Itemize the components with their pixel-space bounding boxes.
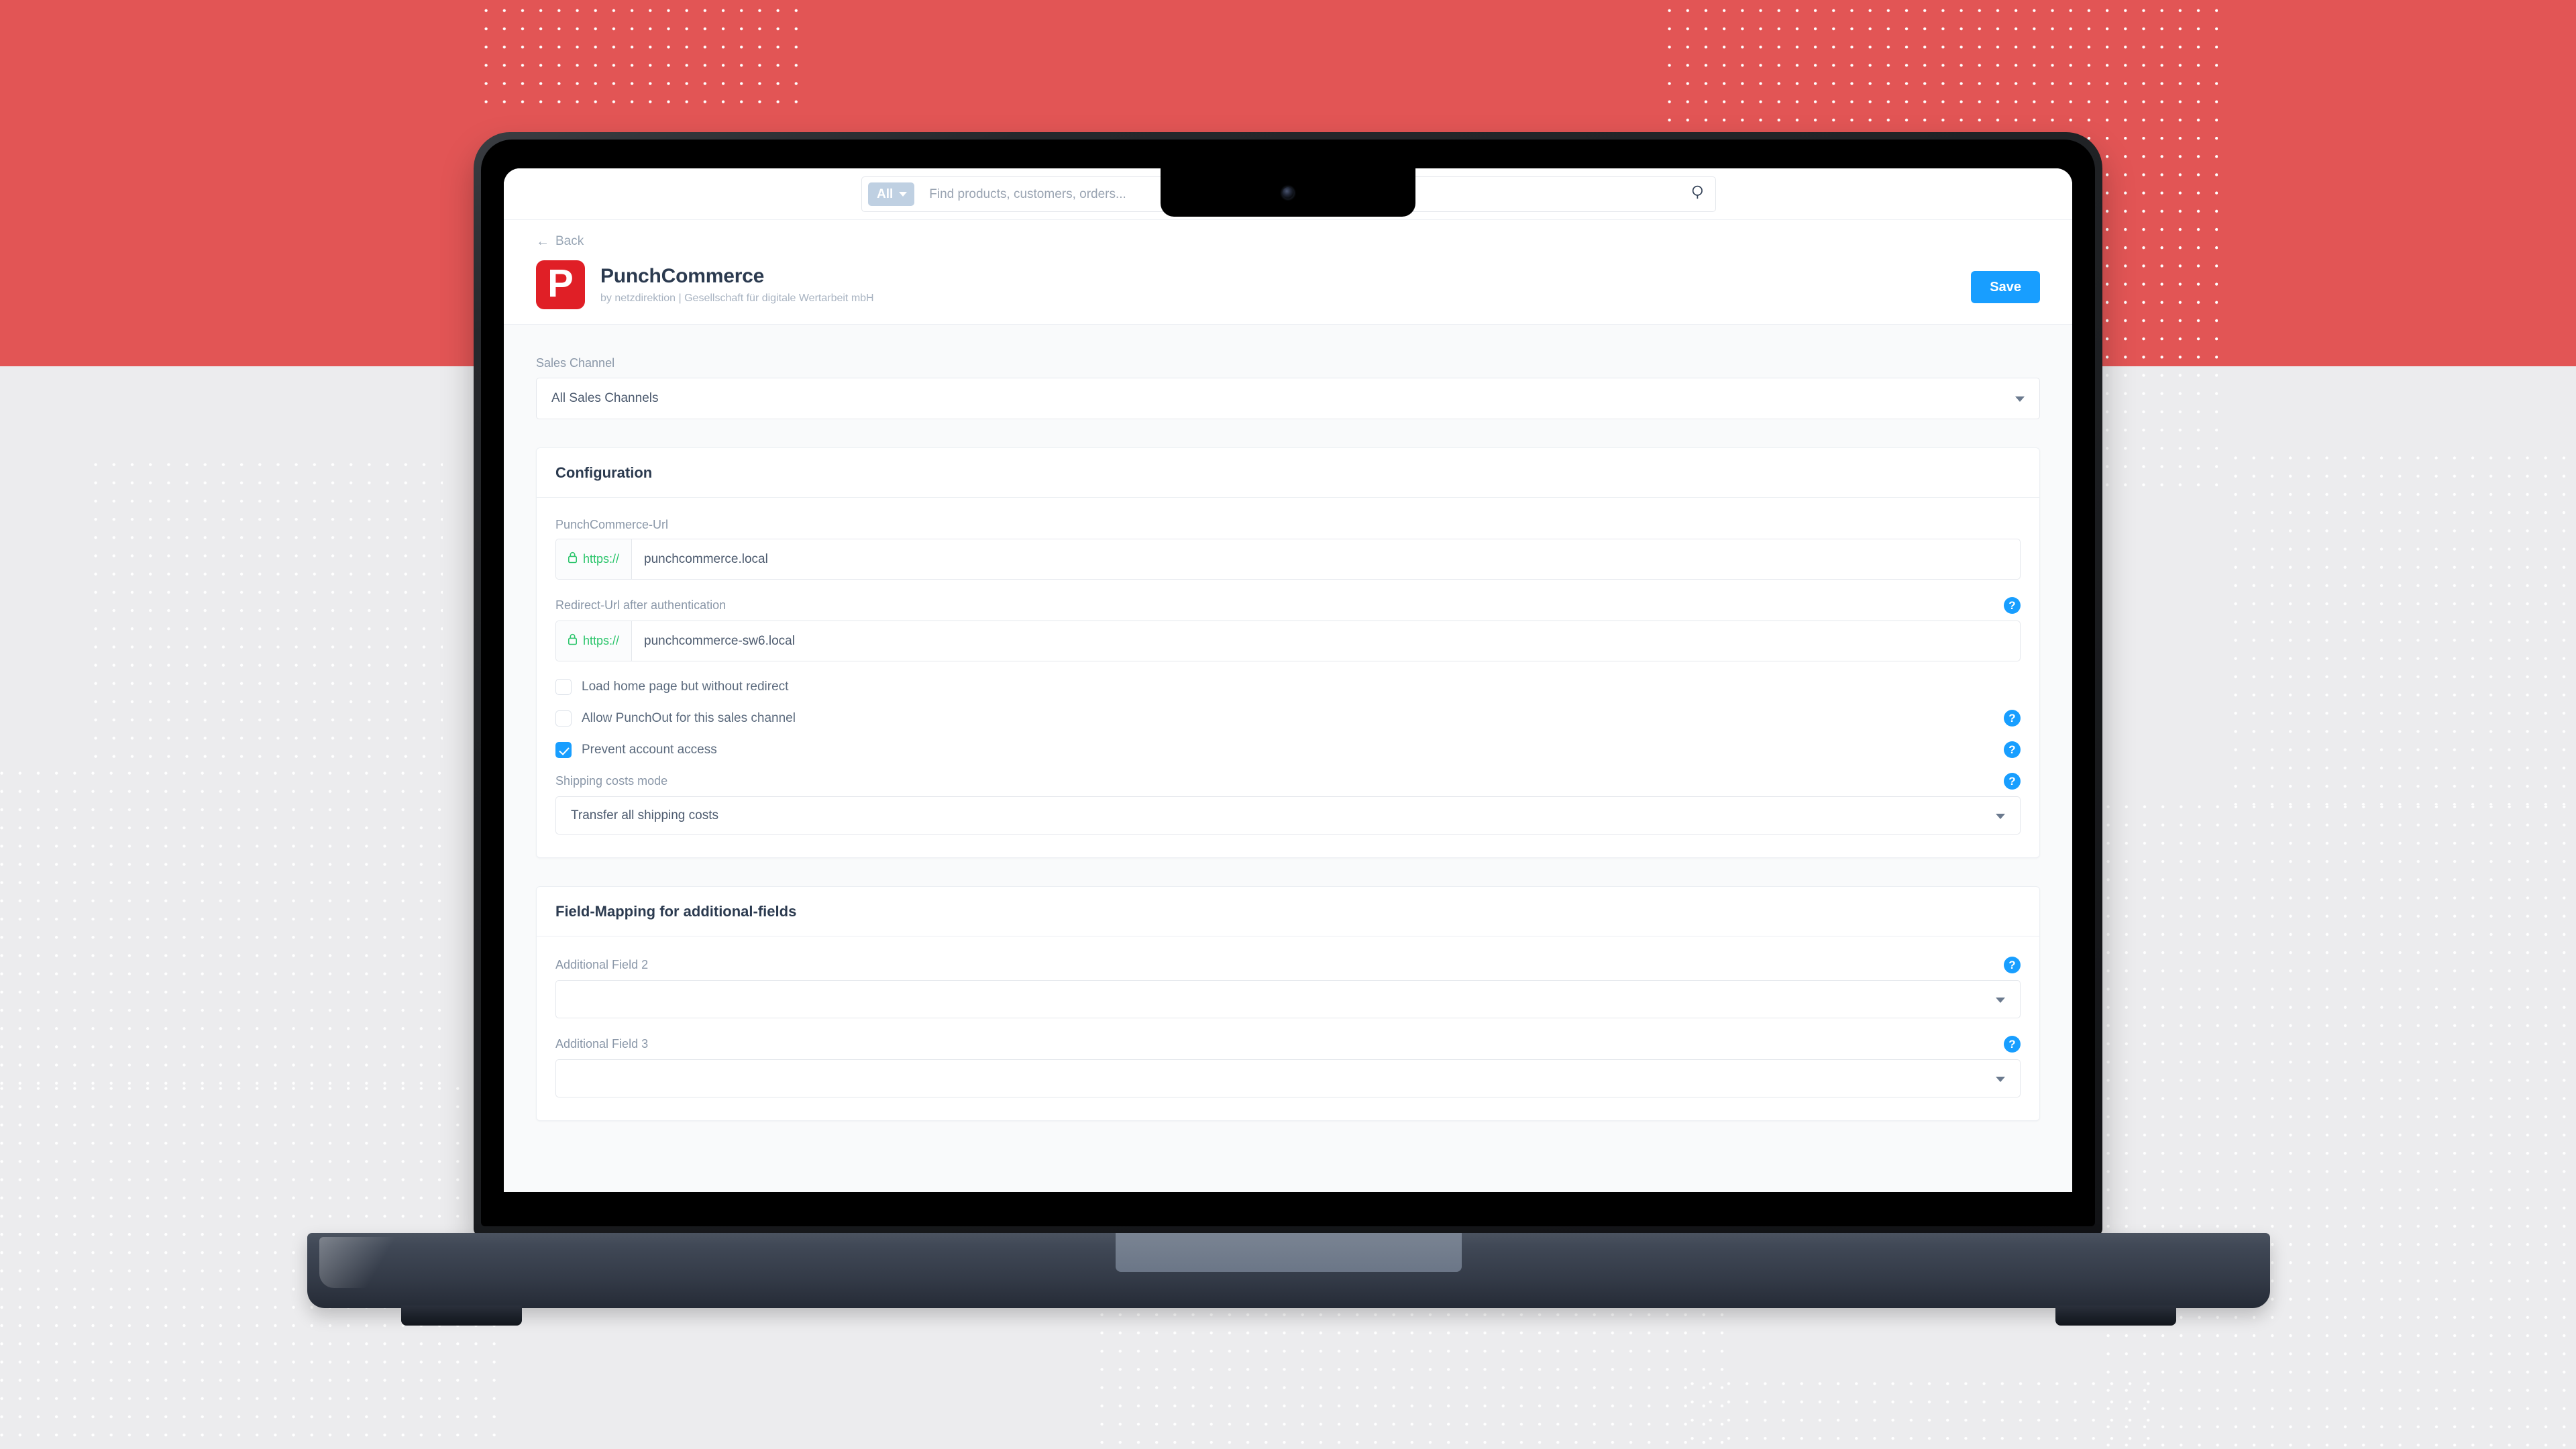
admin-app: All ← xyxy=(504,168,2072,1192)
dot-pattern-gray-left-upper xyxy=(94,463,443,771)
sales-channel-value: All Sales Channels xyxy=(551,391,659,405)
sales-channel-group: Sales Channel All Sales Channels xyxy=(536,356,2040,419)
punchcommerce-url-label-row: PunchCommerce-Url xyxy=(555,518,2021,532)
back-label: Back xyxy=(555,234,584,248)
sales-channel-select[interactable]: All Sales Channels xyxy=(536,378,2040,419)
shipping-costs-mode-group: Shipping costs mode ? Transfer all shipp… xyxy=(555,773,2021,835)
additional-field-2-select[interactable] xyxy=(555,980,2021,1018)
save-button[interactable]: Save xyxy=(1971,271,2040,303)
plugin-identity: P PunchCommerce by netzdirektion | Gesel… xyxy=(536,260,2040,309)
checkbox-prevent-account-access[interactable] xyxy=(555,741,572,758)
redirect-url-input[interactable] xyxy=(632,621,2020,661)
laptop-screen: All ← xyxy=(504,168,2072,1192)
lock-icon xyxy=(568,633,578,649)
base-highlight xyxy=(319,1237,400,1288)
laptop-base xyxy=(307,1233,2270,1326)
help-icon[interactable]: ? xyxy=(2004,957,2021,973)
additional-field-3-select[interactable] xyxy=(555,1059,2021,1097)
shipping-costs-mode-select[interactable]: Transfer all shipping costs xyxy=(555,796,2021,835)
chevron-down-icon xyxy=(1996,997,2005,1003)
field-mapping-card-body: Additional Field 2 ? Additional Field 3 … xyxy=(537,936,2039,1120)
field-mapping-card-title: Field-Mapping for additional-fields xyxy=(537,887,2039,936)
dot-pattern-gray-right-lower xyxy=(2106,805,2576,1449)
dot-pattern-gray-bottom-left xyxy=(1100,1295,1737,1449)
screen-notch xyxy=(1161,168,1415,217)
lock-icon xyxy=(568,551,578,567)
dot-pattern-gray-bottom-right xyxy=(1690,1382,2160,1449)
back-link[interactable]: ← Back xyxy=(536,234,584,249)
dot-pattern-red-left xyxy=(484,0,800,109)
help-icon[interactable]: ? xyxy=(2004,710,2021,727)
search-scope-label: All xyxy=(877,186,894,201)
search-icon[interactable] xyxy=(1690,184,1707,205)
additional-field-2-group: Additional Field 2 ? xyxy=(555,957,2021,1018)
shipping-costs-mode-value: Transfer all shipping costs xyxy=(571,808,719,822)
shipping-costs-mode-label: Shipping costs mode xyxy=(555,774,668,788)
chevron-down-icon xyxy=(899,192,908,197)
redirect-url-label-row: Redirect-Url after authentication ? xyxy=(555,597,2021,614)
checkbox-row-allow-punchout[interactable]: Allow PunchOut for this sales channel ? xyxy=(555,710,2021,727)
punchcommerce-url-group: PunchCommerce-Url https:// punchcommerce… xyxy=(555,518,2021,580)
additional-field-3-label: Additional Field 3 xyxy=(555,1037,649,1051)
configuration-card-body: PunchCommerce-Url https:// punchcommerce… xyxy=(537,498,2039,857)
dot-pattern-gray-right-upper xyxy=(2234,456,2576,805)
plugin-vendor: by netzdirektion | Gesellschaft für digi… xyxy=(600,292,874,304)
search-scope-dropdown[interactable]: All xyxy=(868,182,915,206)
chevron-down-icon xyxy=(1996,813,2005,819)
https-prefix: https:// xyxy=(556,539,633,579)
arrow-left-icon: ← xyxy=(536,234,549,249)
page-content: Sales Channel All Sales Channels Configu… xyxy=(504,325,2072,1121)
help-icon[interactable]: ? xyxy=(2004,1036,2021,1053)
shipping-costs-mode-label-row: Shipping costs mode ? xyxy=(555,773,2021,790)
configuration-card: Configuration PunchCommerce-Url https://… xyxy=(536,447,2040,858)
checkbox-label: Load home page but without redirect xyxy=(582,680,789,694)
https-prefix: https:// xyxy=(556,621,633,661)
checkbox-label: Allow PunchOut for this sales channel xyxy=(582,710,796,725)
redirect-url-field[interactable]: https:// xyxy=(555,621,2021,661)
redirect-url-group: Redirect-Url after authentication ? http… xyxy=(555,597,2021,661)
checkbox-load-home-page[interactable] xyxy=(555,679,572,695)
help-icon[interactable]: ? xyxy=(2004,597,2021,614)
help-icon[interactable]: ? xyxy=(2004,773,2021,790)
checkbox-label: Prevent account access xyxy=(582,742,717,757)
checkbox-left: Prevent account access xyxy=(555,741,717,758)
laptop-foot-left xyxy=(401,1305,522,1326)
plugin-page-header: ← Back P PunchCommerce by netzdirektion … xyxy=(504,220,2072,325)
additional-field-2-label: Additional Field 2 xyxy=(555,958,649,971)
dot-pattern-gray-left-mid xyxy=(0,771,443,1087)
webcam-icon xyxy=(1282,187,1294,199)
punchcommerce-url-field[interactable]: https:// xyxy=(555,539,2021,580)
chevron-down-icon xyxy=(1996,1076,2005,1082)
redirect-url-label: Redirect-Url after authentication xyxy=(555,598,727,612)
additional-field-3-group: Additional Field 3 ? xyxy=(555,1036,2021,1097)
chevron-down-icon xyxy=(2015,396,2025,402)
logo-letter: P xyxy=(547,262,574,305)
page-title: PunchCommerce xyxy=(600,265,765,288)
punchcommerce-logo-icon: P xyxy=(536,260,585,309)
page-background: All ← xyxy=(0,0,2576,1449)
configuration-card-title: Configuration xyxy=(537,448,2039,498)
laptop-mockup: All ← xyxy=(474,132,2102,1236)
checkbox-row-load-home-page[interactable]: Load home page but without redirect xyxy=(555,679,2021,695)
sales-channel-label: Sales Channel xyxy=(536,356,615,370)
https-prefix-label: https:// xyxy=(583,552,620,566)
additional-field-3-label-row: Additional Field 3 ? xyxy=(555,1036,2021,1053)
punchcommerce-url-input[interactable] xyxy=(632,539,2020,579)
additional-field-2-label-row: Additional Field 2 ? xyxy=(555,957,2021,973)
https-prefix-label: https:// xyxy=(583,634,620,647)
checkbox-left: Allow PunchOut for this sales channel xyxy=(555,710,796,727)
plugin-title-block: PunchCommerce by netzdirektion | Gesells… xyxy=(600,265,874,305)
checkbox-left: Load home page but without redirect xyxy=(555,679,788,695)
laptop-foot-right xyxy=(2055,1305,2176,1326)
help-icon[interactable]: ? xyxy=(2004,741,2021,758)
checkbox-row-prevent-account-access[interactable]: Prevent account access ? xyxy=(555,741,2021,758)
field-mapping-card: Field-Mapping for additional-fields Addi… xyxy=(536,886,2040,1121)
checkbox-allow-punchout[interactable] xyxy=(555,710,572,727)
punchcommerce-url-label: PunchCommerce-Url xyxy=(555,518,669,531)
base-trackpad-notch xyxy=(1116,1233,1462,1272)
